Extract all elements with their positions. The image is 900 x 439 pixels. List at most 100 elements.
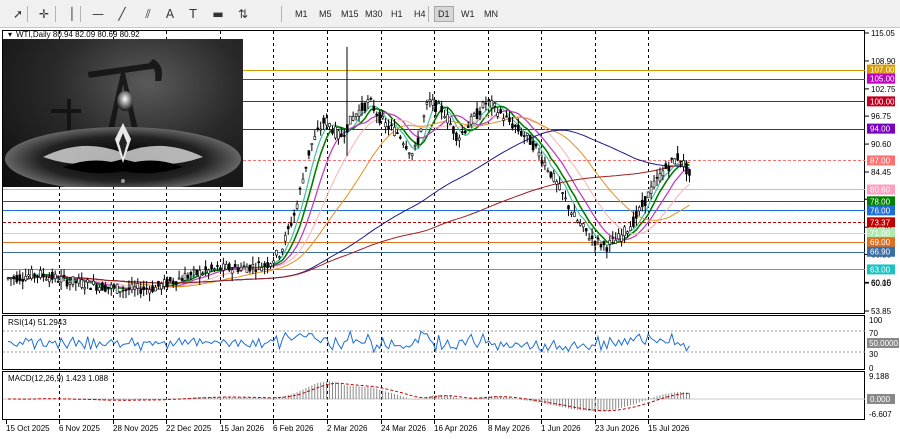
candle-body xyxy=(452,126,455,134)
date-label: 22 Dec 2025 xyxy=(166,424,212,433)
candle-body xyxy=(325,117,328,126)
rectangle-tool-icon[interactable]: ▬ xyxy=(208,4,228,24)
text-tool-icon[interactable]: A xyxy=(160,4,180,24)
timeframe-m1-button[interactable]: M1 xyxy=(292,6,311,22)
timeframe-m5-button[interactable]: M5 xyxy=(316,6,335,22)
cursor-tool-icon[interactable]: ➚ xyxy=(8,4,28,24)
candle-body xyxy=(213,268,216,270)
candle-body xyxy=(587,238,591,241)
level-tag-label: 63.00 xyxy=(870,265,891,274)
timeframe-d1-button[interactable]: D1 xyxy=(434,6,454,22)
candle-body xyxy=(322,117,325,124)
candle-body xyxy=(313,136,317,140)
timeframe-m15-button[interactable]: M15 xyxy=(338,6,362,22)
chart-window[interactable]: ▾ WTI,Daily 80.94 82.09 80.69 80.92 115.… xyxy=(0,28,900,439)
candle-body xyxy=(289,222,293,226)
horizontal-line-tool-icon[interactable]: — xyxy=(88,4,108,24)
candle-body xyxy=(640,199,644,207)
candle-body xyxy=(281,248,284,252)
candle-body xyxy=(68,282,72,285)
candle-body xyxy=(685,163,688,175)
candle-body xyxy=(602,241,606,245)
equidistant-channel-tool-icon[interactable]: ⫽ xyxy=(138,4,158,24)
timeframe-h4-button[interactable]: H4 xyxy=(411,6,429,22)
candle-body xyxy=(292,212,296,216)
toolbar-separator xyxy=(80,6,81,22)
text-label-tool-icon[interactable]: T xyxy=(183,4,203,24)
candle-body xyxy=(670,157,674,160)
candle-body xyxy=(334,126,337,139)
candle-body xyxy=(484,102,488,105)
candle-body xyxy=(207,269,210,274)
candle-body xyxy=(478,111,482,116)
candle-body xyxy=(180,278,184,281)
vertical-line-tool-icon[interactable]: │ xyxy=(62,4,82,24)
candle-body xyxy=(635,211,638,219)
date-label: 24 Mar 2026 xyxy=(381,424,426,433)
candle-body xyxy=(233,263,237,267)
candle-body xyxy=(168,277,172,282)
date-label: 15 Oct 2025 xyxy=(6,424,50,433)
level-tag-label: 80.60 xyxy=(870,185,891,194)
candle-body xyxy=(449,123,452,125)
candle-body xyxy=(62,274,66,277)
timeframe-m30-button[interactable]: M30 xyxy=(362,6,386,22)
candle-body xyxy=(133,286,137,290)
chart-header-arrow: ▾ xyxy=(8,30,12,39)
candle-body xyxy=(148,289,151,294)
candle-body xyxy=(331,129,334,134)
candle-body xyxy=(36,275,39,277)
toolbar-separator xyxy=(27,6,28,22)
candle-body xyxy=(278,256,281,258)
candle-body xyxy=(404,146,408,150)
candle-body xyxy=(570,212,573,215)
candle-body xyxy=(608,240,612,245)
candle-body xyxy=(47,277,51,283)
candle-body xyxy=(98,287,101,292)
candle-body xyxy=(378,111,382,124)
candle-body xyxy=(629,226,632,231)
candle-body xyxy=(643,196,647,207)
toolbar-separator xyxy=(281,6,282,22)
candle-body xyxy=(107,287,110,289)
candle-body xyxy=(86,279,89,283)
candle-body xyxy=(455,132,458,141)
candle-body xyxy=(210,264,213,270)
trendline-tool-icon[interactable]: ╱ xyxy=(112,4,132,24)
candle-body xyxy=(6,277,10,280)
candle-body xyxy=(236,267,240,272)
candle-body xyxy=(12,276,16,279)
timeframe-mn-button[interactable]: MN xyxy=(481,6,501,22)
candle-body xyxy=(561,192,564,194)
candle-body xyxy=(543,161,547,166)
candle-body xyxy=(558,183,561,191)
candle-body xyxy=(519,131,523,136)
candle-body xyxy=(481,101,485,108)
price-tick-label: 53.85 xyxy=(871,307,892,316)
candle-body xyxy=(342,134,346,137)
timeframe-w1-button[interactable]: W1 xyxy=(458,6,478,22)
candle-body xyxy=(286,226,290,230)
candle-body xyxy=(522,135,526,137)
price-tick-label: 84.45 xyxy=(871,168,892,177)
candle-body xyxy=(177,277,181,280)
candle-body xyxy=(472,113,476,117)
timeframe-h1-button[interactable]: H1 xyxy=(388,6,406,22)
candle-body xyxy=(487,99,491,101)
candle-body xyxy=(115,283,119,294)
crosshair-tool-icon[interactable]: ✛ xyxy=(34,4,54,24)
candle-body xyxy=(166,279,169,288)
candle-body xyxy=(502,118,505,121)
candle-body xyxy=(15,275,19,283)
candle-body xyxy=(21,279,25,282)
candle-body xyxy=(387,125,390,130)
macd-tick-label: -6.607 xyxy=(869,410,892,419)
candle-body xyxy=(682,160,685,167)
rsi-tick-label: 30 xyxy=(869,350,878,359)
candle-body xyxy=(626,231,629,234)
arrows-tool-icon[interactable]: ⇅ xyxy=(233,4,253,24)
candle-body xyxy=(174,281,178,286)
candle-body xyxy=(186,274,190,279)
candle-body xyxy=(222,263,225,271)
candle-body xyxy=(661,170,665,177)
